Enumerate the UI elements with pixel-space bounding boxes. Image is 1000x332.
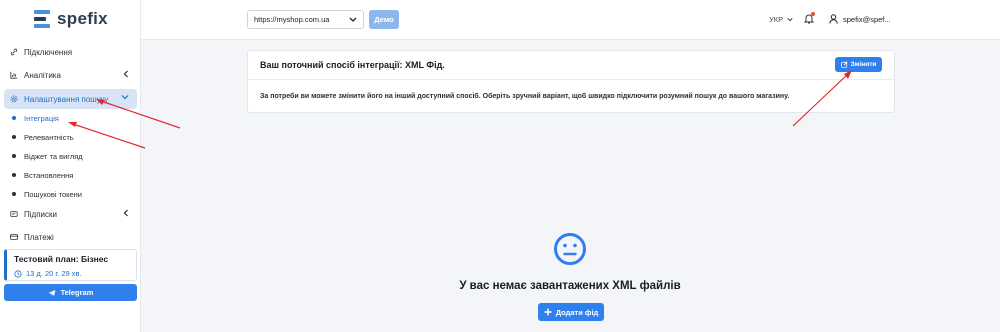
bullet-icon: [12, 116, 16, 120]
clock-icon: [14, 269, 22, 278]
telegram-icon: [48, 289, 55, 296]
sidebar-subitem-label: Інтеграція: [24, 113, 59, 123]
sidebar-subitem-label: Встановлення: [24, 170, 74, 180]
sidebar-item-payments[interactable]: Платежі: [0, 227, 141, 247]
language-label: УКР: [769, 15, 784, 24]
link-icon: [10, 48, 18, 56]
sidebar-item-connection[interactable]: Підключення: [0, 42, 141, 62]
integration-card-title: Ваш поточний спосіб інтеграції: XML Фід.: [248, 51, 894, 80]
integration-card-text: За потреби ви можете змінити його на інш…: [260, 93, 790, 100]
chevron-down-icon: [121, 95, 129, 100]
add-feed-button[interactable]: Додати фід: [538, 303, 604, 321]
gear-icon: [10, 95, 18, 103]
brand-name: spefix: [57, 9, 108, 28]
plan-box: Тестовий план: Бізнес 13 д. 20 г. 29 хв.: [4, 249, 137, 281]
shop-select[interactable]: https://myshop.com.ua: [247, 10, 364, 29]
language-select[interactable]: УКР: [769, 15, 793, 24]
neutral-face-icon: [554, 233, 586, 265]
plan-title: Тестовий план: Бізнес: [14, 254, 109, 264]
plan-time-left: 13 д. 20 г. 29 хв.: [26, 269, 82, 278]
empty-state-title: У вас немає завантажених XML файлів: [459, 280, 681, 292]
add-feed-label: Додати фід: [555, 307, 599, 317]
chevron-down-icon: [349, 17, 357, 22]
sidebar-item-search-settings[interactable]: Налаштування пошуку: [4, 89, 137, 109]
bullet-icon: [12, 192, 16, 196]
demo-button[interactable]: Демо: [369, 10, 399, 29]
subscription-icon: [10, 211, 18, 217]
sidebar-subitem-label: Пошукові токени: [24, 189, 82, 199]
sidebar-item-label: Аналітика: [24, 70, 61, 80]
telegram-button[interactable]: Telegram: [4, 284, 137, 301]
logo-icon: [34, 10, 50, 28]
plan-time: 13 д. 20 г. 29 хв.: [14, 269, 129, 278]
plus-icon: [544, 308, 552, 316]
integration-card: Ваш поточний спосіб інтеграції: XML Фід.…: [247, 50, 895, 113]
bullet-icon: [12, 154, 16, 158]
sidebar-subitem-search-tokens[interactable]: Пошукові токени: [12, 186, 82, 202]
sidebar-item-label: Платежі: [24, 232, 54, 242]
top-header: https://myshop.com.ua Демо УКР spefix@sp…: [141, 0, 1000, 40]
sidebar-subitem-relevance[interactable]: Релевантність: [12, 129, 74, 145]
chevron-left-icon: [123, 209, 128, 217]
sidebar-subitem-installation[interactable]: Встановлення: [12, 167, 73, 183]
change-button-label: Змінити: [850, 61, 877, 68]
sidebar-item-label: Налаштування пошуку: [24, 94, 109, 104]
telegram-label: Telegram: [60, 288, 94, 297]
sidebar-subitem-label: Віджет та вигляд: [24, 151, 83, 161]
logo[interactable]: spefix: [33, 9, 108, 29]
shop-select-value: https://myshop.com.ua: [254, 15, 330, 24]
card-icon: [10, 234, 18, 240]
sidebar-item-label: Підключення: [24, 47, 73, 57]
bullet-icon: [12, 173, 16, 177]
edit-icon: [840, 61, 848, 68]
user-menu[interactable]: spefix@spef...: [829, 14, 891, 24]
sidebar-subitem-widget[interactable]: Віджет та вигляд: [12, 148, 83, 164]
user-icon: [829, 14, 838, 24]
sidebar-subitem-label: Релевантність: [24, 132, 74, 142]
chart-icon: [10, 71, 18, 79]
notification-dot: [811, 12, 815, 16]
bullet-icon: [12, 135, 16, 139]
sidebar-subitem-integration[interactable]: Інтеграція: [12, 110, 59, 126]
user-email: spefix@spef...: [843, 14, 891, 24]
chevron-left-icon: [123, 70, 128, 78]
sidebar-item-label: Підписки: [24, 209, 57, 219]
sidebar-item-analytics[interactable]: Аналітика: [0, 65, 141, 85]
sidebar-item-subscriptions[interactable]: Підписки: [0, 204, 141, 224]
change-button[interactable]: Змінити: [835, 57, 882, 72]
sidebar: spefix Підключення Аналітика Налаштуванн…: [0, 0, 141, 332]
chevron-down-icon: [787, 18, 793, 22]
